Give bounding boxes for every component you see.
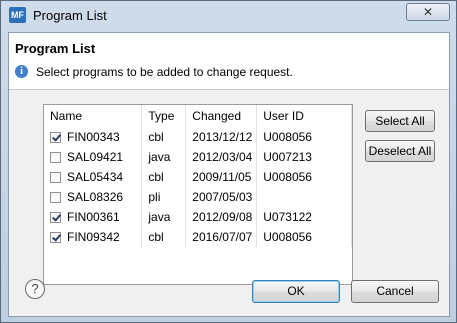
row-checkbox[interactable] bbox=[50, 132, 61, 143]
column-header-name[interactable]: Name bbox=[44, 105, 143, 127]
program-name: SAL08326 bbox=[67, 190, 124, 204]
program-type: cbl bbox=[141, 127, 187, 147]
column-header-type[interactable]: Type bbox=[141, 105, 187, 127]
program-changed: 2012/03/04 bbox=[185, 147, 258, 167]
program-type: cbl bbox=[141, 167, 187, 187]
program-name: FIN00343 bbox=[67, 130, 120, 144]
row-name-cell: FIN00343 bbox=[44, 127, 143, 147]
window-title: Program List bbox=[33, 8, 107, 23]
row-checkbox[interactable] bbox=[50, 192, 61, 203]
select-all-button[interactable]: Select All bbox=[365, 110, 435, 132]
row-name-cell: SAL09421 bbox=[44, 147, 143, 167]
program-changed: 2016/07/07 bbox=[185, 227, 258, 247]
program-name: FIN00361 bbox=[67, 210, 120, 224]
table-row[interactable]: SAL08326 pli 2007/05/03 bbox=[44, 187, 352, 207]
program-user-id: U073122 bbox=[256, 207, 352, 227]
program-type: java bbox=[141, 207, 187, 227]
row-checkbox[interactable] bbox=[50, 152, 61, 163]
table-row[interactable]: FIN09342 cbl 2016/07/07 U008056 bbox=[44, 227, 352, 247]
table-row[interactable]: FIN00343 cbl 2013/12/12 U008056 bbox=[44, 127, 352, 147]
program-type: java bbox=[141, 147, 187, 167]
program-type: cbl bbox=[141, 227, 187, 247]
header-title: Program List bbox=[15, 41, 96, 56]
table-row[interactable]: FIN00361 java 2012/09/08 U073122 bbox=[44, 207, 352, 227]
program-list-dialog: MF Program List ✕ Program List i Select … bbox=[0, 0, 457, 323]
header-panel: Program List i Select programs to be add… bbox=[9, 33, 449, 90]
app-icon: MF bbox=[9, 7, 26, 23]
program-user-id bbox=[256, 187, 352, 207]
program-table[interactable]: Name Type Changed User ID FIN00343 cbl 201… bbox=[43, 104, 353, 285]
table-header-row: Name Type Changed User ID bbox=[44, 105, 352, 127]
column-header-user-id[interactable]: User ID bbox=[256, 105, 352, 127]
deselect-all-button[interactable]: Deselect All bbox=[365, 140, 435, 162]
row-name-cell: SAL05434 bbox=[44, 167, 143, 187]
ok-button[interactable]: OK bbox=[252, 280, 340, 303]
help-icon[interactable]: ? bbox=[25, 279, 45, 299]
row-checkbox[interactable] bbox=[50, 212, 61, 223]
close-button[interactable]: ✕ bbox=[406, 3, 450, 21]
program-changed: 2013/12/12 bbox=[185, 127, 258, 147]
row-checkbox[interactable] bbox=[50, 232, 61, 243]
info-icon: i bbox=[15, 65, 28, 78]
row-name-cell: FIN09342 bbox=[44, 227, 143, 247]
title-bar: MF Program List ✕ bbox=[1, 1, 456, 31]
column-header-changed[interactable]: Changed bbox=[185, 105, 258, 127]
row-name-cell: FIN00361 bbox=[44, 207, 143, 227]
row-name-cell: SAL08326 bbox=[44, 187, 143, 207]
dialog-client-area: Program List i Select programs to be add… bbox=[8, 32, 450, 317]
program-user-id: U008056 bbox=[256, 167, 352, 187]
program-name: SAL05434 bbox=[67, 170, 124, 184]
cancel-button[interactable]: Cancel bbox=[351, 280, 439, 303]
program-changed: 2012/09/08 bbox=[185, 207, 258, 227]
program-changed: 2009/11/05 bbox=[185, 167, 258, 187]
info-message: Select programs to be added to change re… bbox=[36, 65, 293, 79]
program-user-id: U008056 bbox=[256, 127, 352, 147]
row-checkbox[interactable] bbox=[50, 172, 61, 183]
program-user-id: U007213 bbox=[256, 147, 352, 167]
table-row[interactable]: SAL05434 cbl 2009/11/05 U008056 bbox=[44, 167, 352, 187]
program-type: pli bbox=[141, 187, 187, 207]
program-name: FIN09342 bbox=[67, 230, 120, 244]
program-name: SAL09421 bbox=[67, 150, 124, 164]
table-row[interactable]: SAL09421 java 2012/03/04 U007213 bbox=[44, 147, 352, 167]
program-changed: 2007/05/03 bbox=[185, 187, 258, 207]
program-user-id: U008056 bbox=[256, 227, 352, 247]
